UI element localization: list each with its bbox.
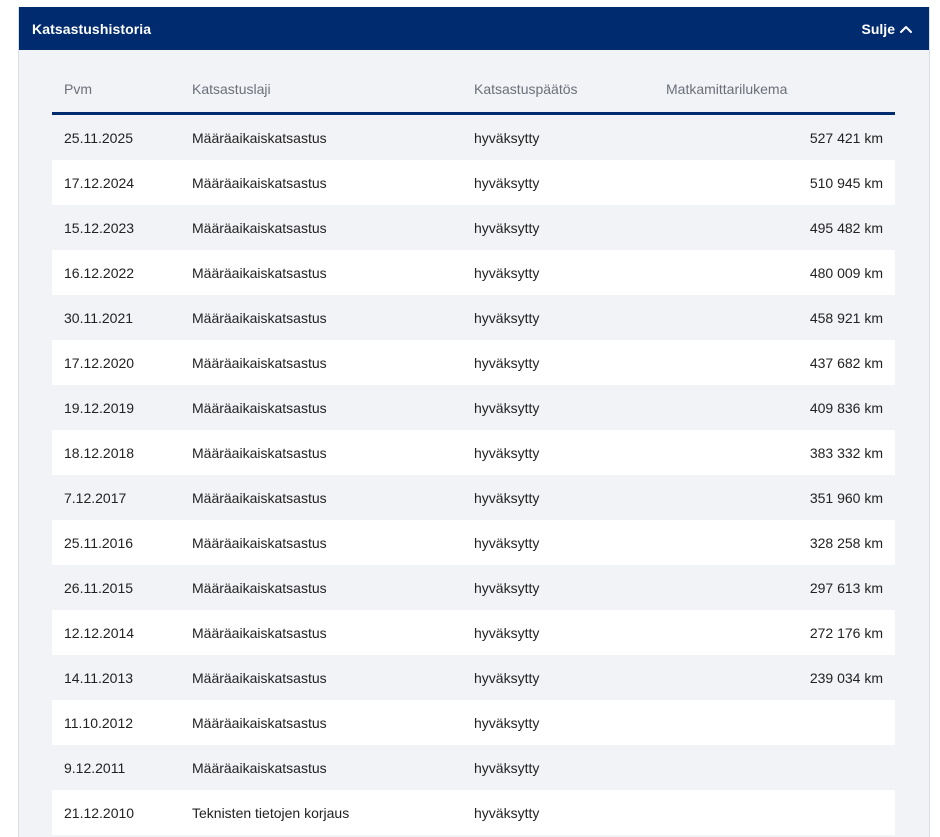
cell-inspection-type: Määräaikaiskatsastus bbox=[192, 759, 327, 776]
header-inspection-type: Katsastuslaji bbox=[192, 81, 271, 97]
cell-inspection-type: Määräaikaiskatsastus bbox=[192, 354, 327, 371]
cell-date: 21.12.2010 bbox=[64, 804, 135, 821]
table-row: 12.12.2014 Määräaikaiskatsastus hyväksytty… bbox=[52, 610, 895, 655]
cell-inspection-result: hyväksytty bbox=[474, 354, 540, 371]
cell-odometer: 239 034 km bbox=[809, 669, 883, 686]
cell-date: 14.11.2013 bbox=[64, 669, 134, 686]
cell-inspection-result: hyväksytty bbox=[474, 624, 540, 641]
cell-date: 17.12.2024 bbox=[64, 174, 135, 191]
table-row: 25.11.2025 Määräaikaiskatsastus hyväksytty… bbox=[52, 115, 895, 160]
cell-inspection-result: hyväksytty bbox=[474, 489, 540, 506]
table-row: 7.12.2017 Määräaikaiskatsastus hyväksytty 3… bbox=[52, 475, 895, 520]
cell-inspection-result: hyväksytty bbox=[474, 669, 540, 686]
cell-odometer: 480 009 km bbox=[809, 264, 883, 281]
cell-date: 19.12.2019 bbox=[64, 399, 135, 416]
table-row: 17.12.2024 Määräaikaiskatsastus hyväksytty… bbox=[52, 160, 895, 205]
panel-header: Katsastushistoria Sulje bbox=[19, 7, 929, 50]
cell-date: 25.11.2016 bbox=[64, 534, 134, 551]
cell-inspection-type: Määräaikaiskatsastus bbox=[192, 579, 327, 596]
cell-odometer: 351 960 km bbox=[809, 489, 883, 506]
table-row: 18.12.2018 Määräaikaiskatsastus hyväksytty… bbox=[52, 430, 895, 475]
table-row: 14.11.2013 Määräaikaiskatsastus hyväksytty… bbox=[52, 655, 895, 700]
cell-date: 26.11.2015 bbox=[64, 579, 134, 596]
cell-inspection-result: hyväksytty bbox=[474, 534, 540, 551]
cell-date: 25.11.2025 bbox=[64, 129, 134, 146]
cell-odometer: 383 332 km bbox=[809, 444, 883, 461]
chevron-up-icon bbox=[900, 25, 912, 33]
cell-date: 30.11.2021 bbox=[64, 309, 134, 326]
cell-inspection-result: hyväksytty bbox=[474, 219, 540, 236]
cell-inspection-result: hyväksytty bbox=[474, 264, 540, 281]
table-body: 25.11.2025 Määräaikaiskatsastus hyväksytty… bbox=[52, 115, 895, 835]
table-row: 25.11.2016 Määräaikaiskatsastus hyväksytty… bbox=[52, 520, 895, 565]
cell-inspection-type: Määräaikaiskatsastus bbox=[192, 264, 327, 281]
cell-date: 18.12.2018 bbox=[64, 444, 135, 461]
table-row: 16.12.2022 Määräaikaiskatsastus hyväksytty… bbox=[52, 250, 895, 295]
table-row: 17.12.2020 Määräaikaiskatsastus hyväksytty… bbox=[52, 340, 895, 385]
cell-date: 7.12.2017 bbox=[64, 489, 127, 506]
cell-inspection-result: hyväksytty bbox=[474, 399, 540, 416]
panel-title: Katsastushistoria bbox=[32, 20, 152, 37]
cell-date: 16.12.2022 bbox=[64, 264, 135, 281]
cell-inspection-result: hyväksytty bbox=[474, 579, 540, 596]
inspection-table: Pvm Katsastuslaji Katsastuspäätös Matkam… bbox=[52, 66, 895, 835]
cell-inspection-type: Määräaikaiskatsastus bbox=[192, 714, 327, 731]
header-odometer: Matkamittarilukema bbox=[666, 81, 788, 97]
cell-odometer: 510 945 km bbox=[809, 174, 883, 191]
cell-odometer: 527 421 km bbox=[809, 129, 883, 146]
cell-date: 9.12.2011 bbox=[64, 759, 126, 776]
table-row: 26.11.2015 Määräaikaiskatsastus hyväksytty… bbox=[52, 565, 895, 610]
cell-odometer: 437 682 km bbox=[809, 354, 883, 371]
cell-inspection-type: Määräaikaiskatsastus bbox=[192, 489, 327, 506]
cell-inspection-type: Määräaikaiskatsastus bbox=[192, 399, 327, 416]
cell-odometer: 458 921 km bbox=[809, 309, 883, 326]
cell-inspection-result: hyväksytty bbox=[474, 714, 540, 731]
cell-date: 11.10.2012 bbox=[64, 714, 134, 731]
cell-inspection-type: Määräaikaiskatsastus bbox=[192, 624, 327, 641]
cell-odometer: 328 258 km bbox=[809, 534, 883, 551]
cell-inspection-type: Määräaikaiskatsastus bbox=[192, 174, 327, 191]
table-header: Pvm Katsastuslaji Katsastuspäätös Matkam… bbox=[52, 66, 895, 115]
cell-odometer: 297 613 km bbox=[809, 579, 883, 596]
close-button[interactable]: Sulje bbox=[862, 21, 912, 37]
cell-date: 17.12.2020 bbox=[64, 354, 135, 371]
cell-inspection-type: Määräaikaiskatsastus bbox=[192, 309, 327, 326]
table-row: 19.12.2019 Määräaikaiskatsastus hyväksytty… bbox=[52, 385, 895, 430]
cell-inspection-type: Määräaikaiskatsastus bbox=[192, 219, 327, 236]
cell-inspection-type: Määräaikaiskatsastus bbox=[192, 534, 327, 551]
cell-date: 15.12.2023 bbox=[64, 219, 135, 236]
cell-odometer: 272 176 km bbox=[809, 624, 883, 641]
inspection-history-panel: Katsastushistoria Sulje Pvm Katsastuslaj… bbox=[18, 7, 930, 837]
table-row: 30.11.2021 Määräaikaiskatsastus hyväksytty… bbox=[52, 295, 895, 340]
cell-inspection-type: Teknisten tietojen korjaus bbox=[192, 804, 350, 821]
header-date: Pvm bbox=[64, 81, 92, 97]
cell-odometer: 409 836 km bbox=[809, 399, 883, 416]
table-row: 15.12.2023 Määräaikaiskatsastus hyväksytty… bbox=[52, 205, 895, 250]
cell-inspection-result: hyväksytty bbox=[474, 444, 540, 461]
header-inspection-result: Katsastuspäätös bbox=[474, 81, 578, 97]
cell-inspection-type: Määräaikaiskatsastus bbox=[192, 669, 327, 686]
cell-inspection-result: hyväksytty bbox=[474, 804, 540, 821]
cell-odometer: 495 482 km bbox=[809, 219, 883, 236]
close-label: Sulje bbox=[861, 20, 895, 37]
table-row: 9.12.2011 Määräaikaiskatsastus hyväksytty bbox=[52, 745, 895, 790]
cell-inspection-result: hyväksytty bbox=[474, 309, 540, 326]
cell-inspection-type: Määräaikaiskatsastus bbox=[192, 444, 327, 461]
cell-inspection-result: hyväksytty bbox=[474, 174, 540, 191]
cell-date: 12.12.2014 bbox=[64, 624, 135, 641]
table-row: 21.12.2010 Teknisten tietojen korjaus hyvä… bbox=[52, 790, 895, 835]
cell-inspection-result: hyväksytty bbox=[474, 129, 540, 146]
cell-inspection-result: hyväksytty bbox=[474, 759, 540, 776]
cell-inspection-type: Määräaikaiskatsastus bbox=[192, 129, 327, 146]
table-row: 11.10.2012 Määräaikaiskatsastus hyväksytty bbox=[52, 700, 895, 745]
